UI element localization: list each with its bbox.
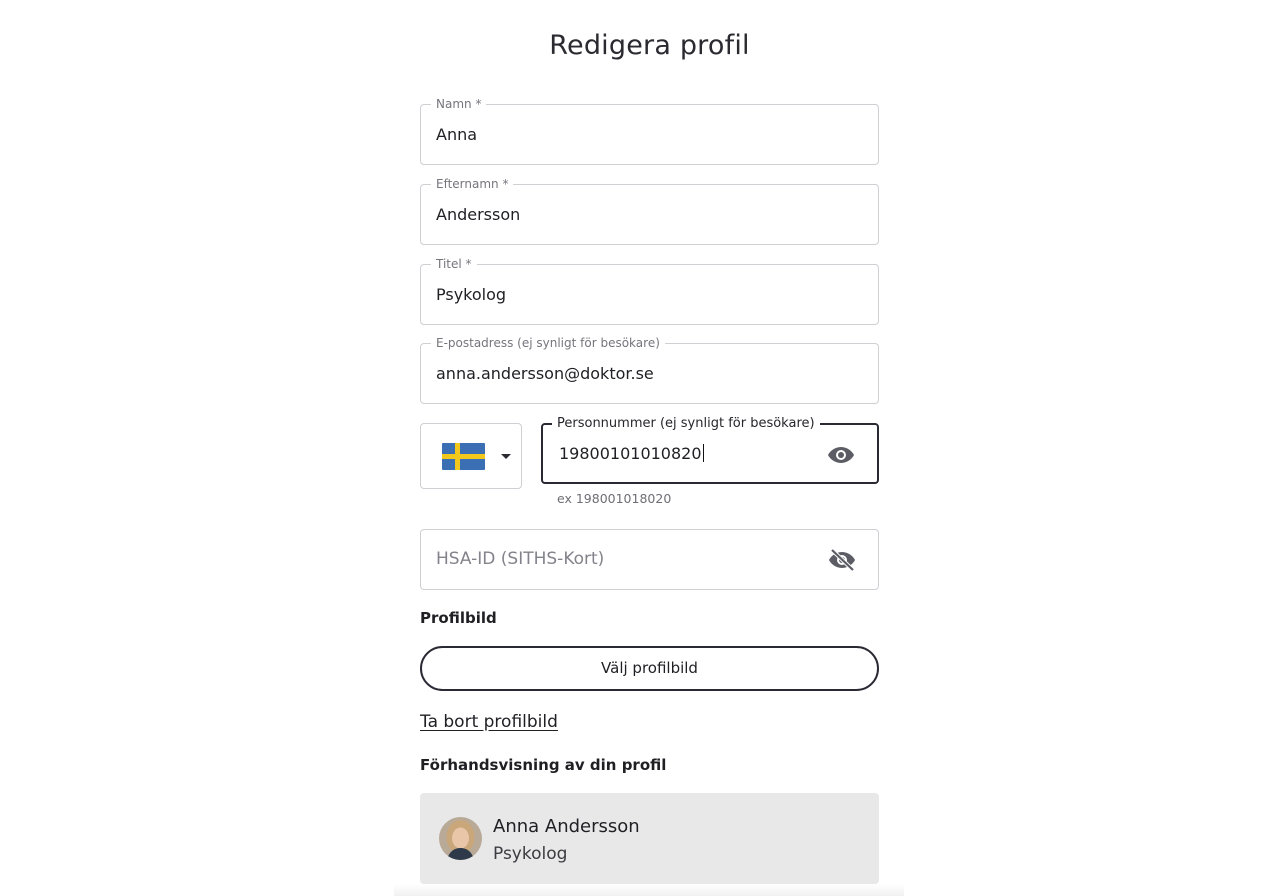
first-name-field[interactable]: Namn * Anna <box>420 96 879 165</box>
show-personal-number-button[interactable] <box>827 444 855 466</box>
preview-name: Anna Andersson <box>493 816 640 837</box>
title-label: Titel * <box>431 256 477 272</box>
page-title: Redigera profil <box>549 30 750 61</box>
text-cursor <box>702 444 704 462</box>
country-select[interactable] <box>420 423 522 489</box>
email-field[interactable]: E-postadress (ej synligt för besökare) a… <box>420 335 879 404</box>
last-name-field[interactable]: Efternamn * Andersson <box>420 176 879 245</box>
sweden-flag-icon <box>442 443 485 470</box>
eye-off-icon <box>829 548 855 572</box>
first-name-value[interactable]: Anna <box>436 124 477 146</box>
remove-profile-picture-link[interactable]: Ta bort profilbild <box>420 712 558 732</box>
title-field[interactable]: Titel * Psykolog <box>420 256 879 325</box>
hsa-id-field[interactable]: HSA-ID (SITHS-Kort) <box>420 529 879 590</box>
email-label: E-postadress (ej synligt för besökare) <box>431 335 665 351</box>
avatar <box>439 817 482 860</box>
email-value[interactable]: anna.andersson@doktor.se <box>436 363 654 385</box>
personal-number-value[interactable]: 19800101010820 <box>559 443 704 465</box>
personal-number-label: Personnummer (ej synligt för besökare) <box>552 415 820 432</box>
profile-preview-card: Anna Andersson Psykolog <box>420 793 879 884</box>
preview-label: Förhandsvisning av din profil <box>420 756 667 774</box>
title-value[interactable]: Psykolog <box>436 284 506 306</box>
page-bottom-edge <box>394 884 904 896</box>
preview-title: Psykolog <box>493 844 568 864</box>
choose-profile-picture-button[interactable]: Välj profilbild <box>420 646 879 691</box>
last-name-value[interactable]: Andersson <box>436 204 520 226</box>
hsa-id-placeholder[interactable]: HSA-ID (SITHS-Kort) <box>436 548 604 570</box>
personal-number-helper: ex 198001018020 <box>557 491 672 506</box>
profile-picture-label: Profilbild <box>420 609 497 627</box>
caret-down-icon <box>501 454 511 459</box>
eye-icon <box>828 447 854 463</box>
personal-number-field[interactable]: Personnummer (ej synligt för besökare) 1… <box>541 415 879 484</box>
first-name-label: Namn * <box>431 96 487 112</box>
last-name-label: Efternamn * <box>431 176 514 192</box>
show-hsa-id-button[interactable] <box>828 548 856 572</box>
